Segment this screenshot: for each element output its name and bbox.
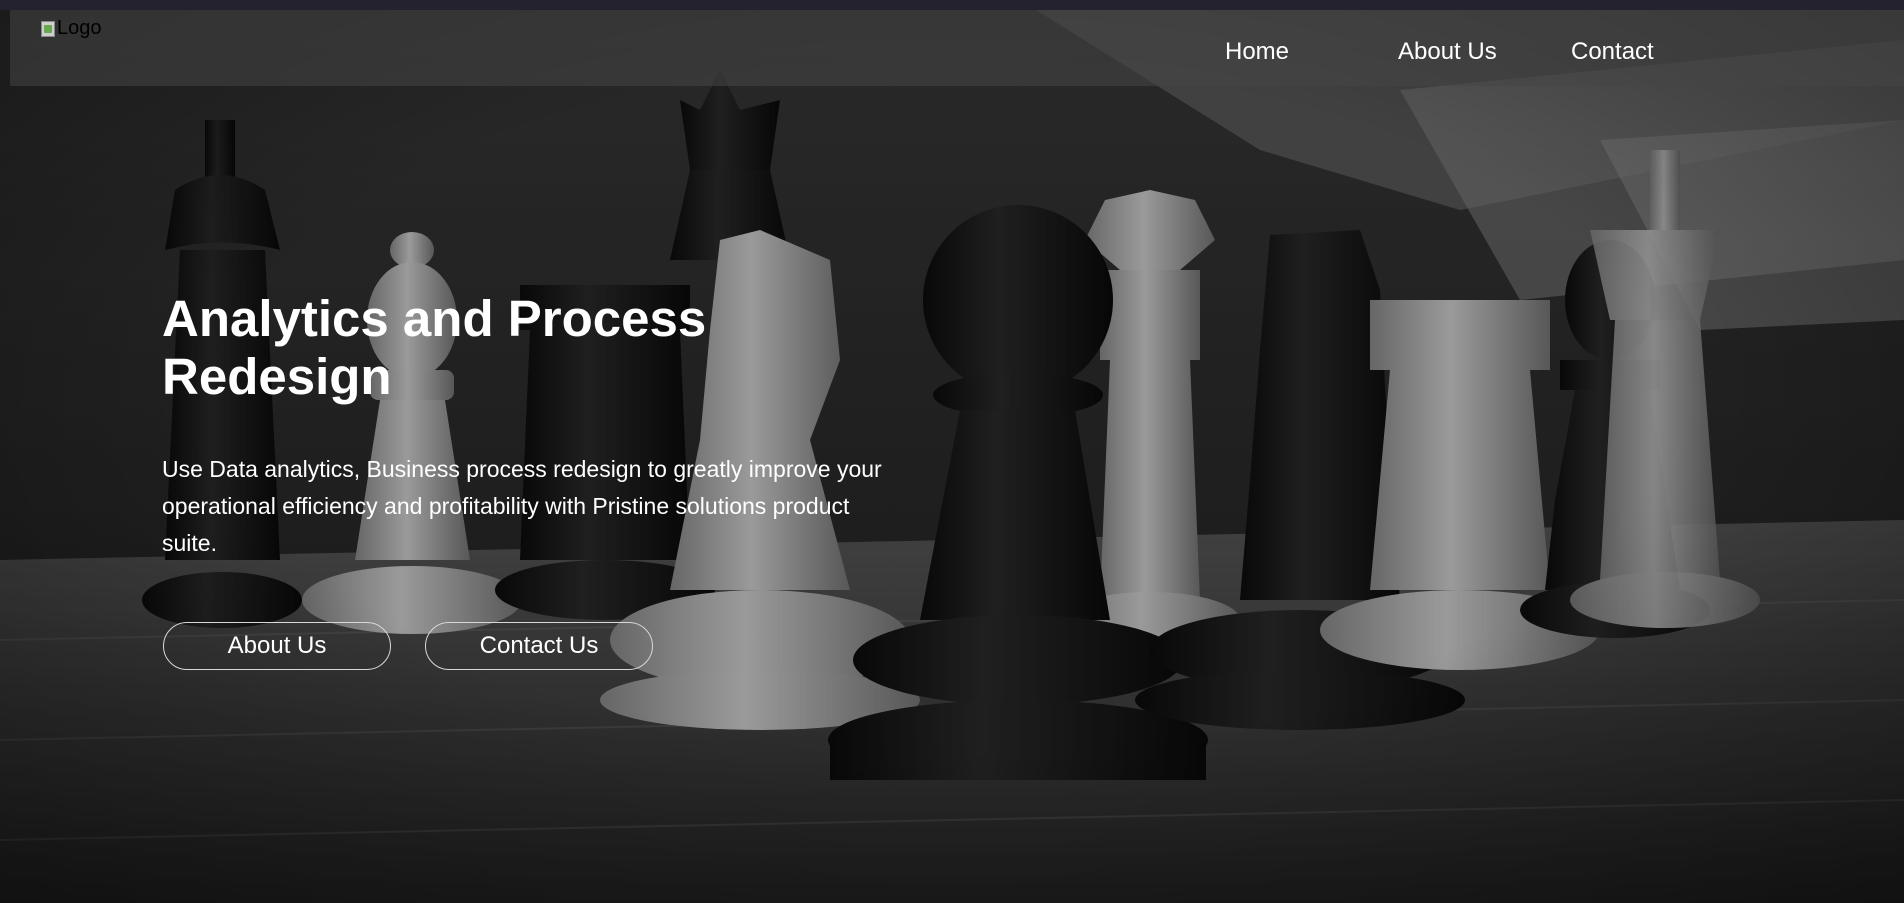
hero-title-line-2: Redesign [162,348,392,405]
contact-us-button[interactable]: Contact Us [425,622,653,670]
about-us-button[interactable]: About Us [163,622,391,670]
broken-image-icon [41,20,55,37]
logo-alt-text: Logo [57,17,102,39]
logo[interactable]: Logo [41,17,102,40]
hero-description: Use Data analytics, Business process red… [162,456,882,556]
top-strip [0,0,1904,10]
nav-home[interactable]: Home [1225,38,1289,66]
hero-title-line-1: Analytics and Process [162,290,707,347]
nav-about-us[interactable]: About Us [1398,38,1497,66]
hero-title: Analytics and Process Redesign [162,290,782,406]
landing-page: Logo Home About Us Contact Analytics and… [0,0,1904,903]
nav-contact[interactable]: Contact [1571,38,1654,66]
